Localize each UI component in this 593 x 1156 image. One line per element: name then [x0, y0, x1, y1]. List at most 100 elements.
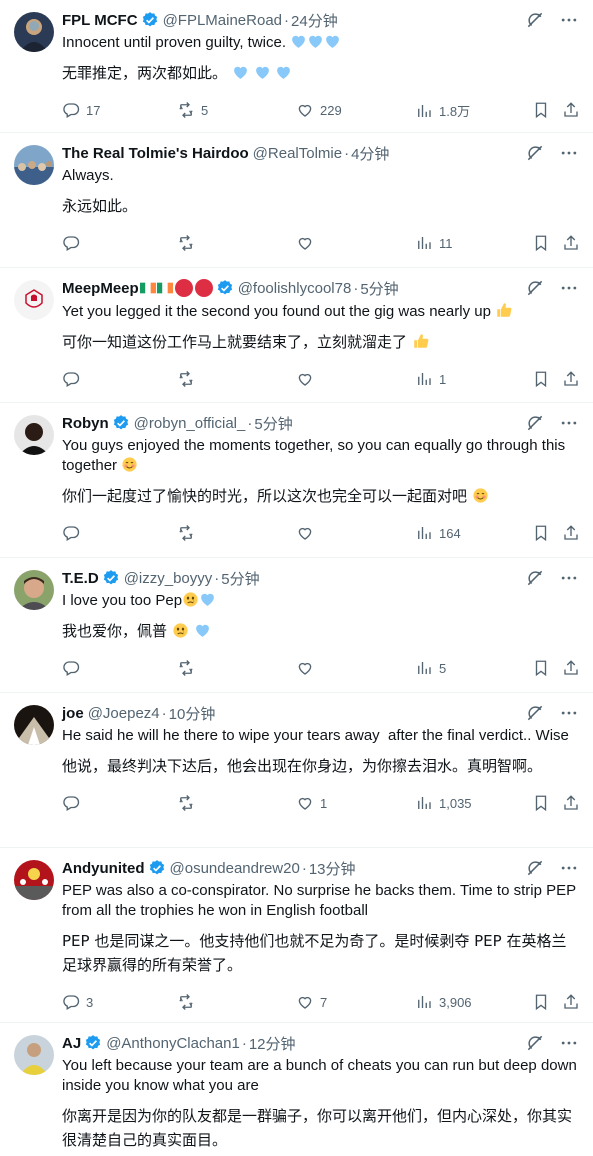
- bookmark-button[interactable]: [532, 794, 550, 812]
- like-button[interactable]: 229: [296, 101, 342, 119]
- reply-button[interactable]: [62, 370, 86, 388]
- tweet-translation: 无罪推定，两次都如此。: [62, 61, 577, 85]
- views-button[interactable]: 5: [415, 659, 446, 677]
- grok-icon[interactable]: [525, 1033, 545, 1053]
- bookmark-button[interactable]: [532, 659, 550, 677]
- more-icon[interactable]: [559, 413, 579, 433]
- bookmark-icon: [532, 370, 550, 388]
- share-button[interactable]: [562, 659, 580, 677]
- timestamp[interactable]: 12分钟: [249, 1033, 296, 1054]
- tweet[interactable]: MeepMeep @foolishlycool78 · 5分钟 Yet you …: [0, 268, 593, 403]
- avatar[interactable]: [14, 145, 54, 185]
- more-icon[interactable]: [559, 278, 579, 298]
- reply-button[interactable]: 17: [62, 101, 100, 119]
- avatar[interactable]: [14, 860, 54, 900]
- share-button[interactable]: [562, 370, 580, 388]
- display-name[interactable]: AJ: [62, 1035, 81, 1052]
- share-button[interactable]: [562, 993, 580, 1011]
- avatar[interactable]: [14, 12, 54, 52]
- display-name[interactable]: FPL MCFC: [62, 12, 138, 29]
- display-name[interactable]: The Real Tolmie's Hairdoo: [62, 145, 249, 162]
- like-button[interactable]: 1: [296, 794, 327, 812]
- retweet-button[interactable]: [177, 234, 201, 252]
- grok-icon[interactable]: [525, 858, 545, 878]
- avatar[interactable]: [14, 1035, 54, 1075]
- avatar[interactable]: [14, 705, 54, 745]
- grok-icon[interactable]: [525, 413, 545, 433]
- user-handle[interactable]: @RealTolmie: [253, 145, 342, 162]
- user-handle[interactable]: @FPLMaineRoad: [163, 12, 282, 29]
- more-icon[interactable]: [559, 858, 579, 878]
- avatar[interactable]: [14, 415, 54, 455]
- bookmark-button[interactable]: [532, 524, 550, 542]
- tweet[interactable]: Andyunited @osundeandrew20 · 13分钟 PEP wa…: [0, 848, 593, 1023]
- display-name[interactable]: T.E.D: [62, 570, 99, 587]
- more-icon[interactable]: [559, 10, 579, 30]
- views-button[interactable]: 1: [415, 370, 446, 388]
- timestamp[interactable]: 10分钟: [169, 703, 216, 724]
- more-icon[interactable]: [559, 143, 579, 163]
- bookmark-button[interactable]: [532, 370, 550, 388]
- retweet-button[interactable]: [177, 524, 201, 542]
- grok-icon[interactable]: [525, 703, 545, 723]
- share-button[interactable]: [562, 101, 580, 119]
- user-handle[interactable]: @osundeandrew20: [170, 860, 300, 877]
- timestamp[interactable]: 5分钟: [221, 568, 259, 589]
- timestamp[interactable]: 24分钟: [291, 10, 338, 31]
- retweet-button[interactable]: 5: [177, 101, 208, 119]
- share-button[interactable]: [562, 524, 580, 542]
- tweet[interactable]: AJ @AnthonyClachan1 · 12分钟 You left beca…: [0, 1023, 593, 1156]
- user-handle[interactable]: @izzy_boyyy: [124, 570, 213, 587]
- bookmark-button[interactable]: [532, 101, 550, 119]
- user-handle[interactable]: @Joepez4: [88, 705, 160, 722]
- user-handle[interactable]: @robyn_official_: [134, 415, 246, 432]
- like-button[interactable]: [296, 524, 320, 542]
- tweet[interactable]: joe @Joepez4 · 10分钟 He said he will he t…: [0, 693, 593, 848]
- avatar[interactable]: [14, 280, 54, 320]
- display-name[interactable]: Andyunited: [62, 860, 145, 877]
- user-handle[interactable]: @foolishlycool78: [238, 280, 352, 297]
- grok-icon[interactable]: [525, 10, 545, 30]
- reply-button[interactable]: 3: [62, 993, 93, 1011]
- like-button[interactable]: [296, 370, 320, 388]
- more-icon[interactable]: [559, 1033, 579, 1053]
- timestamp[interactable]: 5分钟: [254, 413, 292, 434]
- like-button[interactable]: 7: [296, 993, 327, 1011]
- display-name[interactable]: Robyn: [62, 415, 109, 432]
- display-name[interactable]: MeepMeep: [62, 280, 139, 297]
- views-button[interactable]: 1,035: [415, 794, 472, 812]
- retweet-button[interactable]: [177, 659, 201, 677]
- bookmark-button[interactable]: [532, 993, 550, 1011]
- grok-icon[interactable]: [525, 278, 545, 298]
- reply-button[interactable]: [62, 659, 86, 677]
- display-name[interactable]: joe: [62, 705, 84, 722]
- timestamp[interactable]: 4分钟: [351, 143, 389, 164]
- grok-icon[interactable]: [525, 568, 545, 588]
- grok-icon[interactable]: [525, 143, 545, 163]
- tweet[interactable]: Robyn @robyn_official_ · 5分钟 You guys en…: [0, 403, 593, 558]
- more-icon[interactable]: [559, 703, 579, 723]
- reply-button[interactable]: [62, 234, 86, 252]
- views-button[interactable]: 1.8万: [415, 101, 470, 120]
- views-button[interactable]: 11: [415, 234, 453, 252]
- like-button[interactable]: [296, 234, 320, 252]
- more-icon[interactable]: [559, 568, 579, 588]
- timestamp[interactable]: 5分钟: [360, 278, 398, 299]
- bookmark-button[interactable]: [532, 234, 550, 252]
- timestamp[interactable]: 13分钟: [309, 858, 356, 879]
- tweet[interactable]: FPL MCFC @FPLMaineRoad · 24分钟 Innocent u…: [0, 0, 593, 133]
- share-button[interactable]: [562, 794, 580, 812]
- reply-button[interactable]: [62, 794, 86, 812]
- tweet[interactable]: The Real Tolmie's Hairdoo @RealTolmie · …: [0, 133, 593, 268]
- avatar[interactable]: [14, 570, 54, 610]
- reply-button[interactable]: [62, 524, 86, 542]
- tweet[interactable]: T.E.D @izzy_boyyy · 5分钟 I love you too P…: [0, 558, 593, 693]
- views-button[interactable]: 164: [415, 524, 461, 542]
- retweet-button[interactable]: [177, 370, 201, 388]
- like-button[interactable]: [296, 659, 320, 677]
- retweet-button[interactable]: [177, 993, 201, 1011]
- views-button[interactable]: 3,906: [415, 993, 472, 1011]
- retweet-button[interactable]: [177, 794, 201, 812]
- user-handle[interactable]: @AnthonyClachan1: [106, 1035, 240, 1052]
- share-button[interactable]: [562, 234, 580, 252]
